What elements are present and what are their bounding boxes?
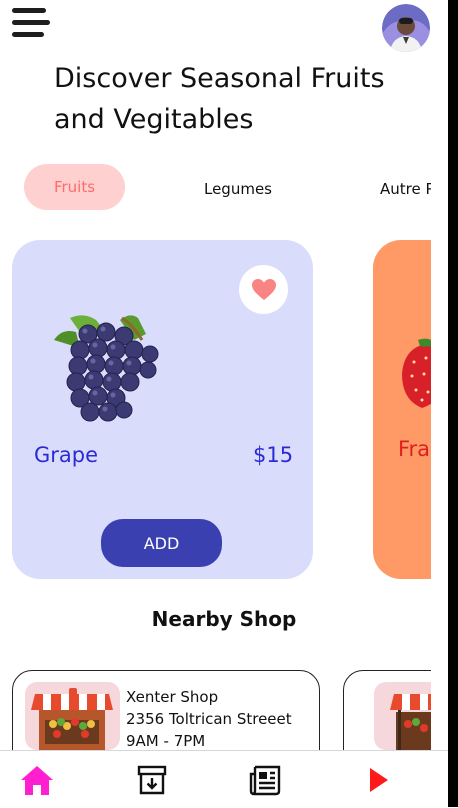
window-edge [448, 0, 458, 807]
product-price: $15 [253, 443, 294, 467]
archive-download-icon[interactable] [135, 763, 169, 797]
grape-image [54, 315, 159, 422]
bottom-navigation [0, 750, 448, 808]
strawberry-image [402, 338, 431, 408]
add-to-cart-button[interactable]: ADD [101, 519, 222, 567]
favorite-heart-icon[interactable] [239, 265, 288, 314]
tab-autre-produits[interactable]: Autre Produits [380, 166, 431, 212]
section-title-nearby: Nearby Shop [151, 607, 297, 631]
shop-name: Xenter Shop [126, 688, 219, 706]
scroll-viewport: Autre Produits Grape $15 ADD [0, 0, 431, 807]
product-name: Grape [34, 443, 99, 467]
product-name-strawberry: Fraise [398, 437, 431, 461]
play-icon[interactable] [362, 763, 396, 797]
shop-address: 2356 Toltrican Streeet [126, 710, 292, 728]
home-icon[interactable] [20, 763, 54, 797]
market-stall-image [25, 682, 120, 750]
market-stall-image-2 [374, 682, 431, 750]
shop-hours: 9AM - 7PM [126, 732, 206, 750]
newspaper-icon[interactable] [248, 763, 282, 797]
